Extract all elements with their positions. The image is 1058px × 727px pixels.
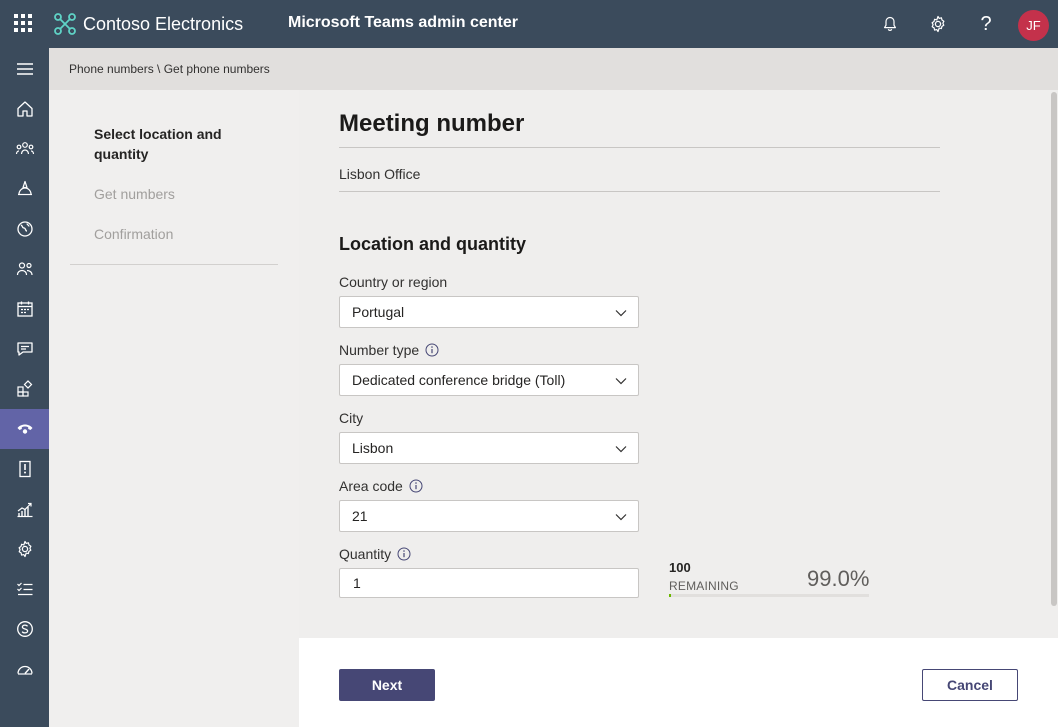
- area-code-dropdown[interactable]: 21: [339, 500, 639, 532]
- top-bar: Contoso Electronics Microsoft Teams admi…: [0, 0, 1058, 48]
- left-nav-rail: [0, 48, 49, 727]
- country-label: Country or region: [339, 274, 447, 290]
- office-name: Lisbon Office: [339, 166, 421, 182]
- users-icon[interactable]: [0, 249, 49, 289]
- voice-icon[interactable]: [0, 409, 49, 449]
- chevron-down-icon: [615, 446, 627, 453]
- info-icon[interactable]: [425, 343, 439, 357]
- remaining-count: 100: [669, 560, 691, 575]
- chevron-down-icon: [615, 514, 627, 521]
- area-code-label-text: Area code: [339, 478, 403, 494]
- app-title: Microsoft Teams admin center: [288, 14, 518, 31]
- call-quality-icon[interactable]: [0, 649, 49, 689]
- steps-divider: [70, 264, 278, 265]
- app-launcher-icon[interactable]: [12, 12, 34, 34]
- country-dropdown[interactable]: Portugal: [339, 296, 639, 328]
- devices-icon[interactable]: [0, 169, 49, 209]
- country-value: Portugal: [352, 304, 405, 320]
- wizard-steps-panel: Select location and quantity Get numbers…: [49, 90, 299, 727]
- org-name: Contoso Electronics: [83, 13, 244, 34]
- home-icon[interactable]: [0, 89, 49, 129]
- office-divider: [339, 191, 940, 192]
- chevron-down-icon: [615, 310, 627, 317]
- area-code-value: 21: [352, 508, 368, 524]
- number-type-dropdown[interactable]: Dedicated conference bridge (Toll): [339, 364, 639, 396]
- step-confirmation: Confirmation: [94, 226, 174, 242]
- country-label-text: Country or region: [339, 274, 448, 290]
- apps-icon[interactable]: [0, 369, 49, 409]
- policy-packages-icon[interactable]: [0, 449, 49, 489]
- quantity-label-text: Quantity: [339, 546, 392, 562]
- teams-icon[interactable]: [0, 129, 49, 169]
- remaining-progress-bar: [669, 594, 869, 597]
- footer-bar: Next Cancel: [299, 638, 1058, 727]
- city-value: Lisbon: [352, 440, 394, 456]
- info-icon[interactable]: [397, 547, 411, 561]
- main-content: Meeting number Lisbon Office Location an…: [299, 90, 1050, 638]
- messaging-icon[interactable]: [0, 329, 49, 369]
- remaining-label: REMAINING: [669, 579, 739, 593]
- avatar[interactable]: JF: [1018, 10, 1049, 41]
- step-select-location[interactable]: Select location and quantity: [94, 124, 244, 164]
- number-type-value: Dedicated conference bridge (Toll): [352, 372, 566, 388]
- settings-gear-icon[interactable]: [926, 12, 950, 36]
- contoso-logo-icon: [54, 13, 76, 35]
- planning-icon[interactable]: [0, 569, 49, 609]
- quantity-label: Quantity: [339, 546, 411, 562]
- remaining-percent: 99.0%: [807, 566, 870, 591]
- breadcrumb[interactable]: Phone numbers \ Get phone numbers: [69, 62, 270, 76]
- step-get-numbers: Get numbers: [94, 186, 175, 202]
- section-title: Location and quantity: [339, 234, 526, 254]
- page-title: Meeting number: [339, 110, 525, 137]
- help-icon[interactable]: ?: [974, 12, 998, 36]
- remaining-progress-fill: [669, 594, 671, 597]
- locations-icon[interactable]: [0, 209, 49, 249]
- number-type-label: Number type: [339, 342, 439, 358]
- org-settings-icon[interactable]: [0, 529, 49, 569]
- city-dropdown[interactable]: Lisbon: [339, 432, 639, 464]
- area-code-label: Area code: [339, 478, 423, 494]
- breadcrumb-bar: Phone numbers \ Get phone numbers: [49, 48, 1058, 90]
- analytics-icon[interactable]: [0, 489, 49, 529]
- number-type-label-text: Number type: [339, 342, 420, 358]
- meetings-icon[interactable]: [0, 289, 49, 329]
- next-button[interactable]: Next: [339, 669, 435, 701]
- city-label-text: City: [339, 410, 364, 426]
- org-brand[interactable]: Contoso Electronics: [54, 10, 243, 38]
- scrollbar-thumb[interactable]: [1051, 92, 1057, 606]
- menu-icon[interactable]: [0, 49, 49, 89]
- notifications-bell-icon[interactable]: [878, 12, 902, 36]
- chevron-down-icon: [615, 378, 627, 385]
- skype-icon[interactable]: [0, 609, 49, 649]
- city-label: City: [339, 410, 363, 426]
- cancel-button[interactable]: Cancel: [922, 669, 1018, 701]
- title-divider: [339, 147, 940, 148]
- info-icon[interactable]: [409, 479, 423, 493]
- quantity-input[interactable]: 1: [339, 568, 639, 598]
